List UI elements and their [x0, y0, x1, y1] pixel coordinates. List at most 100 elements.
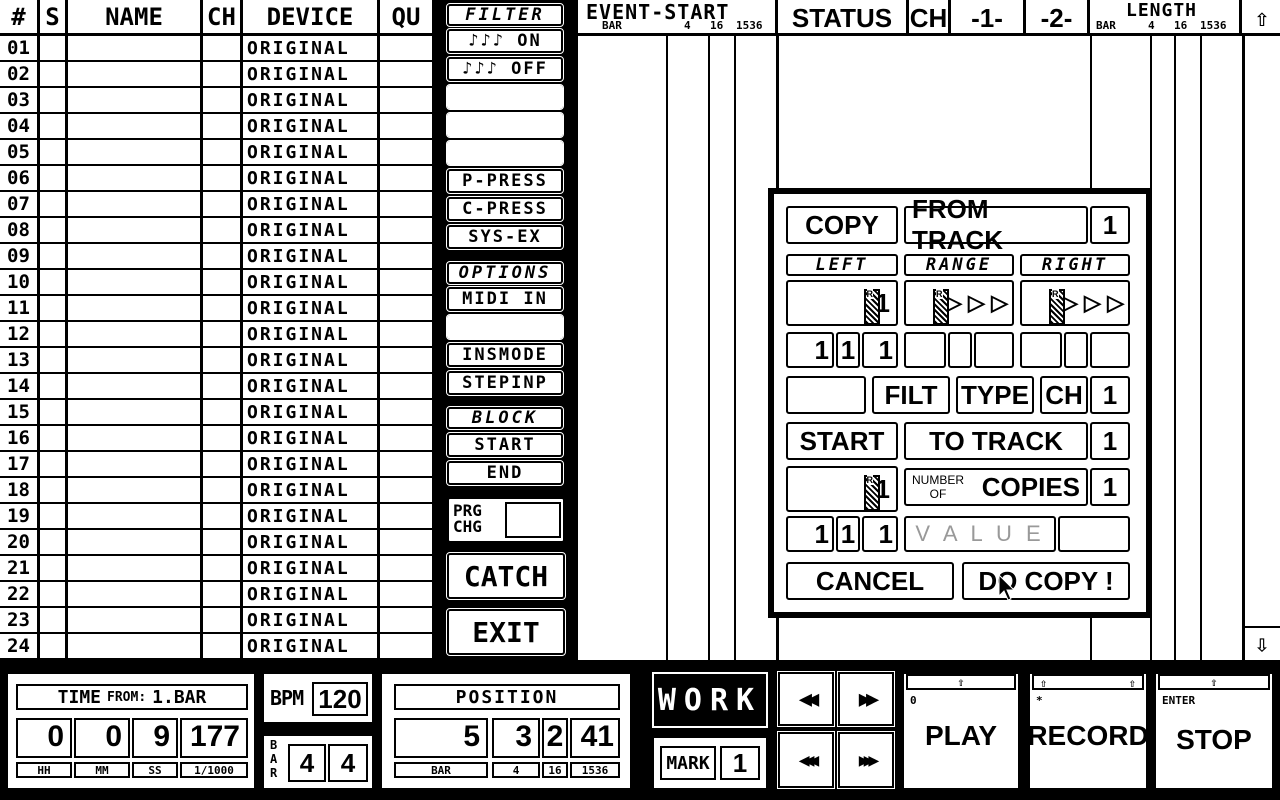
track-device-cell[interactable]: ORIGINAL [243, 400, 380, 424]
scroll-up-icon[interactable]: ⇧ [1244, 0, 1280, 36]
track-quantize-cell[interactable] [380, 166, 432, 190]
track-solo-cell[interactable] [40, 452, 68, 476]
track-name-cell[interactable] [68, 192, 203, 216]
record-button[interactable]: ⇧ ⇧ * RECORD [1027, 672, 1149, 790]
track-device-cell[interactable]: ORIGINAL [243, 166, 380, 190]
track-name-cell[interactable] [68, 608, 203, 632]
track-solo-cell[interactable] [40, 530, 68, 554]
track-name-cell[interactable] [68, 166, 203, 190]
track-row[interactable]: 21 ORIGINAL [0, 556, 432, 582]
option-button-0[interactable]: MIDI IN [446, 286, 564, 312]
track-row[interactable]: 07 ORIGINAL [0, 192, 432, 218]
track-solo-cell[interactable] [40, 270, 68, 294]
block-end-button[interactable]: END [446, 460, 564, 486]
track-name-cell[interactable] [68, 426, 203, 450]
block-start-button[interactable]: START [446, 432, 564, 458]
cancel-button[interactable]: CANCEL [786, 562, 954, 600]
track-row[interactable]: 19 ORIGINAL [0, 504, 432, 530]
track-device-cell[interactable]: ORIGINAL [243, 374, 380, 398]
track-solo-cell[interactable] [40, 88, 68, 112]
track-name-cell[interactable] [68, 322, 203, 346]
track-solo-cell[interactable] [40, 322, 68, 346]
to-track-value[interactable]: 1 [1090, 422, 1130, 460]
filter-button-4[interactable]: PITCHWH [446, 140, 564, 166]
track-name-cell[interactable] [68, 400, 203, 424]
track-row[interactable]: 03 ORIGINAL [0, 88, 432, 114]
track-device-cell[interactable]: ORIGINAL [243, 270, 380, 294]
right-tick-field[interactable] [1090, 332, 1130, 368]
bpm-panel[interactable]: BPM 120 [262, 672, 374, 724]
track-channel-cell[interactable] [203, 270, 243, 294]
track-name-cell[interactable] [68, 634, 203, 658]
track-row[interactable]: 06 ORIGINAL [0, 166, 432, 192]
bar-denominator[interactable]: 4 [328, 744, 368, 782]
track-device-cell[interactable]: ORIGINAL [243, 478, 380, 502]
track-row[interactable]: 05 ORIGINAL [0, 140, 432, 166]
track-row[interactable]: 04 ORIGINAL [0, 114, 432, 140]
track-channel-cell[interactable] [203, 166, 243, 190]
left-position-field[interactable]: R 1 [786, 280, 898, 326]
track-device-cell[interactable]: ORIGINAL [243, 114, 380, 138]
track-solo-cell[interactable] [40, 634, 68, 658]
track-channel-cell[interactable] [203, 608, 243, 632]
track-row[interactable]: 15 ORIGINAL [0, 400, 432, 426]
track-channel-cell[interactable] [203, 400, 243, 424]
track-row[interactable]: 12 ORIGINAL [0, 322, 432, 348]
track-quantize-cell[interactable] [380, 478, 432, 502]
track-row[interactable]: 24 ORIGINAL [0, 634, 432, 660]
track-device-cell[interactable]: ORIGINAL [243, 504, 380, 528]
track-channel-cell[interactable] [203, 634, 243, 658]
track-solo-cell[interactable] [40, 114, 68, 138]
track-quantize-cell[interactable] [380, 530, 432, 554]
filter-button-0[interactable]: ♪♪♪ ON [446, 28, 564, 54]
track-quantize-cell[interactable] [380, 634, 432, 658]
range-tick-field[interactable] [974, 332, 1014, 368]
track-device-cell[interactable]: ORIGINAL [243, 608, 380, 632]
track-name-cell[interactable] [68, 530, 203, 554]
track-solo-cell[interactable] [40, 244, 68, 268]
ch-value[interactable]: 1 [1090, 376, 1130, 414]
track-name-cell[interactable] [68, 504, 203, 528]
track-device-cell[interactable]: ORIGINAL [243, 556, 380, 580]
track-name-cell[interactable] [68, 374, 203, 398]
track-channel-cell[interactable] [203, 348, 243, 372]
filter-button-2[interactable]: PROGRAM [446, 84, 564, 110]
start-bar-field[interactable]: 1 [786, 516, 834, 552]
track-device-cell[interactable]: ORIGINAL [243, 582, 380, 606]
range-bar-field[interactable] [904, 332, 946, 368]
track-row[interactable]: 13 ORIGINAL [0, 348, 432, 374]
track-device-cell[interactable]: ORIGINAL [243, 36, 380, 60]
track-quantize-cell[interactable] [380, 426, 432, 450]
track-solo-cell[interactable] [40, 218, 68, 242]
track-quantize-cell[interactable] [380, 244, 432, 268]
track-solo-cell[interactable] [40, 348, 68, 372]
track-name-cell[interactable] [68, 348, 203, 372]
track-row[interactable]: 11 ORIGINAL [0, 296, 432, 322]
track-channel-cell[interactable] [203, 374, 243, 398]
track-channel-cell[interactable] [203, 582, 243, 606]
left-tick-field[interactable]: 1 [862, 332, 898, 368]
filter-button-6[interactable]: C-PRESS [446, 196, 564, 222]
left-bar-field[interactable]: 1 [786, 332, 834, 368]
filter-button-5[interactable]: P-PRESS [446, 168, 564, 194]
fast-forward-button[interactable]: ▶▶▶ [837, 731, 895, 789]
track-name-cell[interactable] [68, 140, 203, 164]
track-device-cell[interactable]: ORIGINAL [243, 218, 380, 242]
track-channel-cell[interactable] [203, 192, 243, 216]
track-channel-cell[interactable] [203, 504, 243, 528]
track-quantize-cell[interactable] [380, 62, 432, 86]
track-quantize-cell[interactable] [380, 36, 432, 60]
scroll-down-icon[interactable]: ⇩ [1244, 626, 1280, 660]
track-device-cell[interactable]: ORIGINAL [243, 296, 380, 320]
right-bar-field[interactable] [1020, 332, 1062, 368]
track-quantize-cell[interactable] [380, 140, 432, 164]
copies-value[interactable]: 1 [1090, 468, 1130, 506]
track-channel-cell[interactable] [203, 452, 243, 476]
track-solo-cell[interactable] [40, 36, 68, 60]
track-channel-cell[interactable] [203, 556, 243, 580]
filt-button[interactable]: FILT [872, 376, 950, 414]
track-solo-cell[interactable] [40, 556, 68, 580]
track-device-cell[interactable]: ORIGINAL [243, 244, 380, 268]
filter-button-3[interactable]: CONTROL [446, 112, 564, 138]
track-device-cell[interactable]: ORIGINAL [243, 452, 380, 476]
